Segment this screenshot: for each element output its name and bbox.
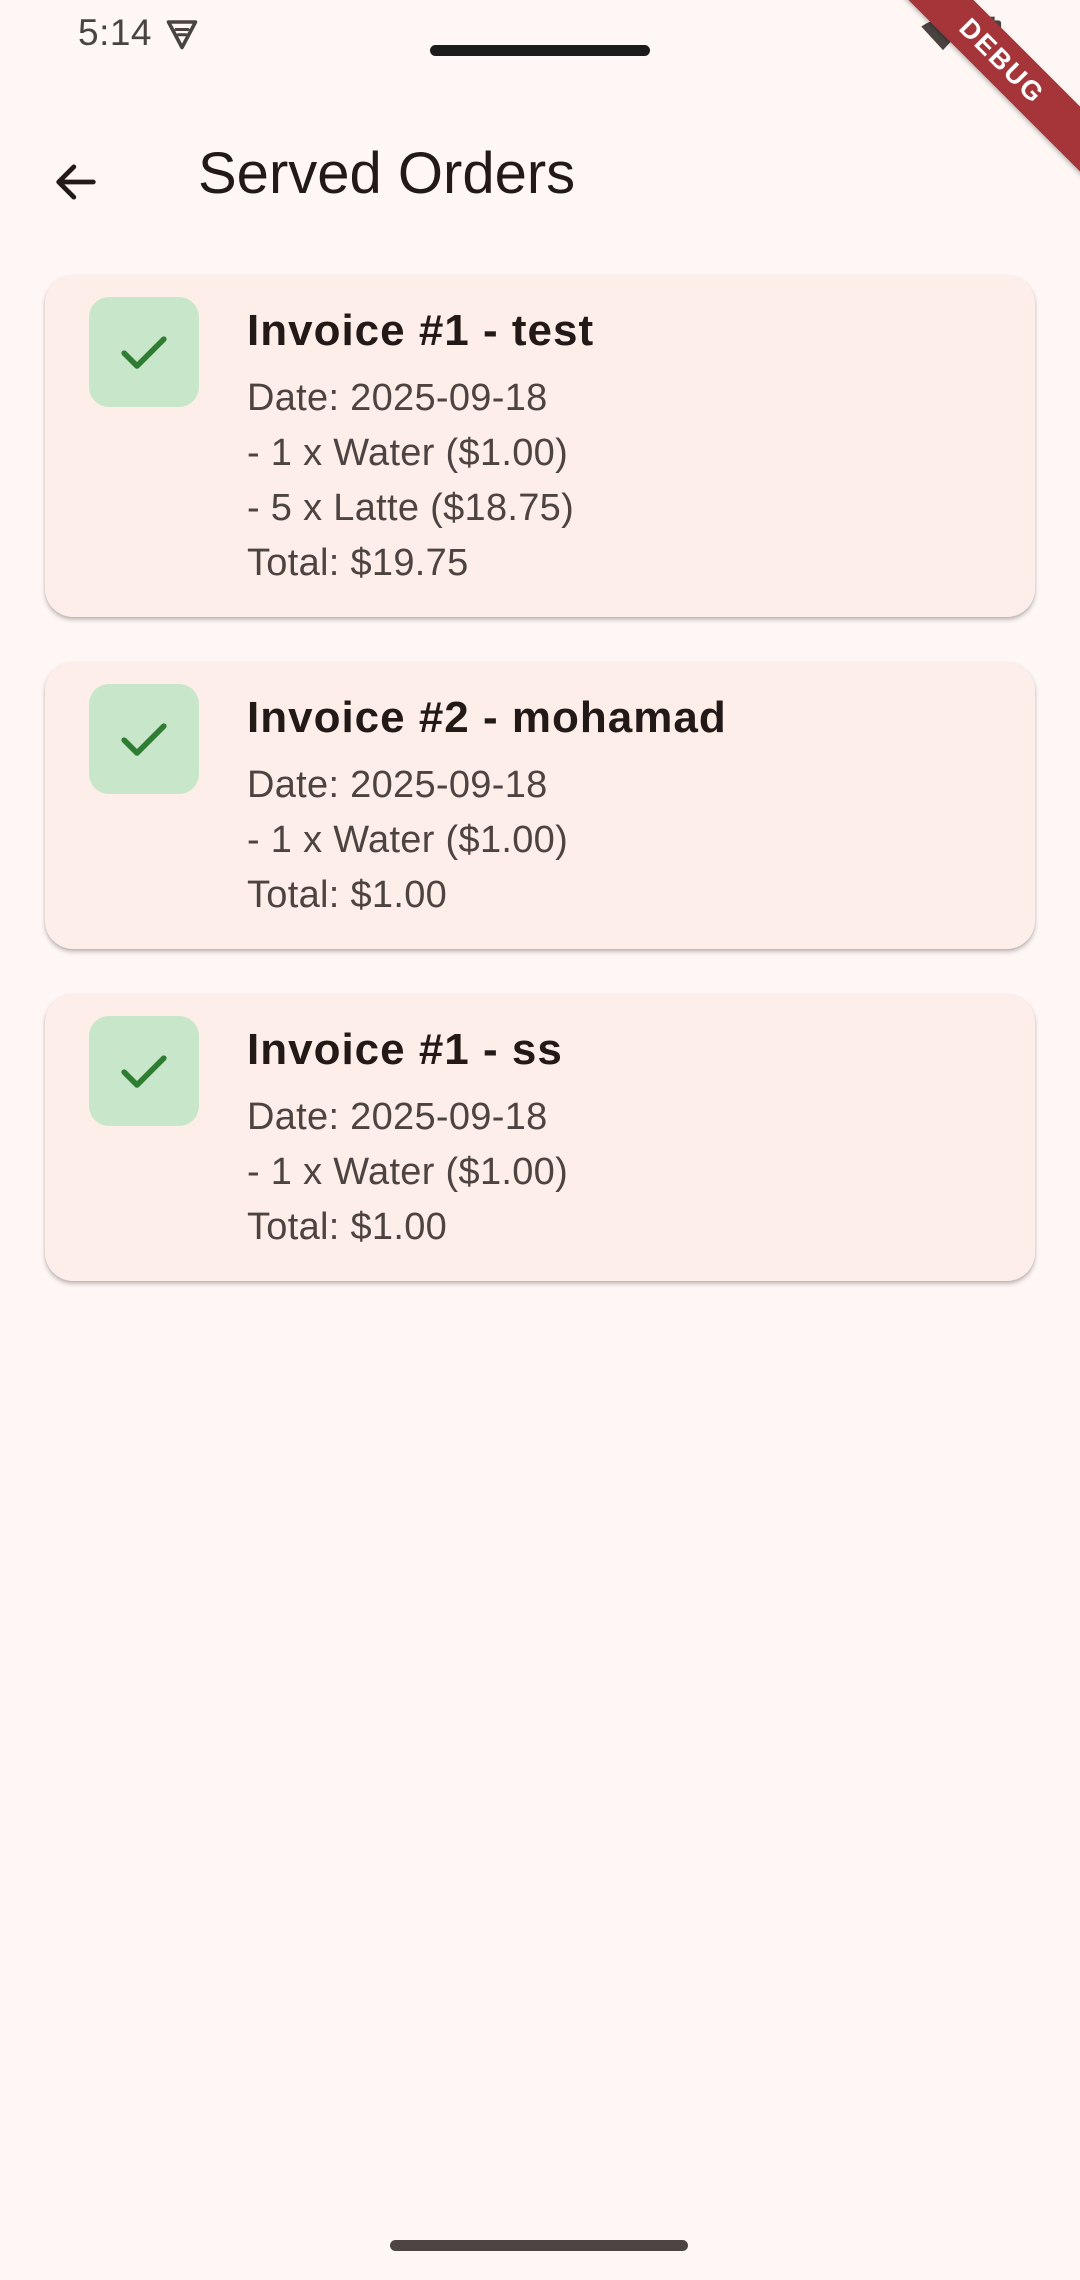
back-button[interactable]: [36, 142, 116, 222]
order-details: Invoice #2 - mohamad Date: 2025-09-18 - …: [247, 684, 995, 923]
app-bar: Served Orders: [0, 120, 1080, 230]
camera-cutout: [430, 45, 650, 56]
order-card[interactable]: Invoice #2 - mohamad Date: 2025-09-18 - …: [45, 662, 1035, 949]
check-icon: [121, 1055, 167, 1088]
served-check-badge: [89, 1016, 199, 1126]
order-date: Date: 2025-09-18: [247, 1096, 548, 1138]
order-card[interactable]: Invoice #1 - test Date: 2025-09-18 - 1 x…: [45, 275, 1035, 617]
order-item: - 1 x Water ($1.00): [247, 1151, 569, 1193]
vpn-shield-icon: [166, 20, 198, 50]
order-item: - 5 x Latte ($18.75): [247, 487, 575, 529]
gesture-nav-handle[interactable]: [390, 2240, 688, 2251]
check-icon: [121, 336, 167, 369]
status-time: 5:14: [78, 12, 153, 53]
order-date: Date: 2025-09-18: [247, 377, 548, 419]
order-date: Date: 2025-09-18: [247, 764, 548, 806]
screen: 5:14 DEBUG Served Orders Invoice #1 - te…: [0, 0, 1080, 2280]
order-title: Invoice #1 - ss: [247, 1025, 563, 1074]
order-title: Invoice #1 - test: [247, 306, 595, 355]
served-check-badge: [89, 297, 199, 407]
order-item: - 1 x Water ($1.00): [247, 819, 569, 861]
order-total: Total: $1.00: [247, 1206, 448, 1248]
order-details: Invoice #1 - test Date: 2025-09-18 - 1 x…: [247, 297, 995, 591]
page-title: Served Orders: [198, 141, 576, 206]
check-icon: [121, 723, 167, 756]
arrow-back-icon: [56, 164, 96, 200]
served-orders-list: Invoice #1 - test Date: 2025-09-18 - 1 x…: [45, 275, 1035, 1326]
status-bar: 5:14: [0, 0, 1080, 80]
order-item: - 1 x Water ($1.00): [247, 432, 569, 474]
order-total: Total: $19.75: [247, 542, 469, 584]
order-total: Total: $1.00: [247, 874, 448, 916]
order-details: Invoice #1 - ss Date: 2025-09-18 - 1 x W…: [247, 1016, 995, 1255]
served-check-badge: [89, 684, 199, 794]
order-title: Invoice #2 - mohamad: [247, 693, 727, 742]
order-card[interactable]: Invoice #1 - ss Date: 2025-09-18 - 1 x W…: [45, 994, 1035, 1281]
